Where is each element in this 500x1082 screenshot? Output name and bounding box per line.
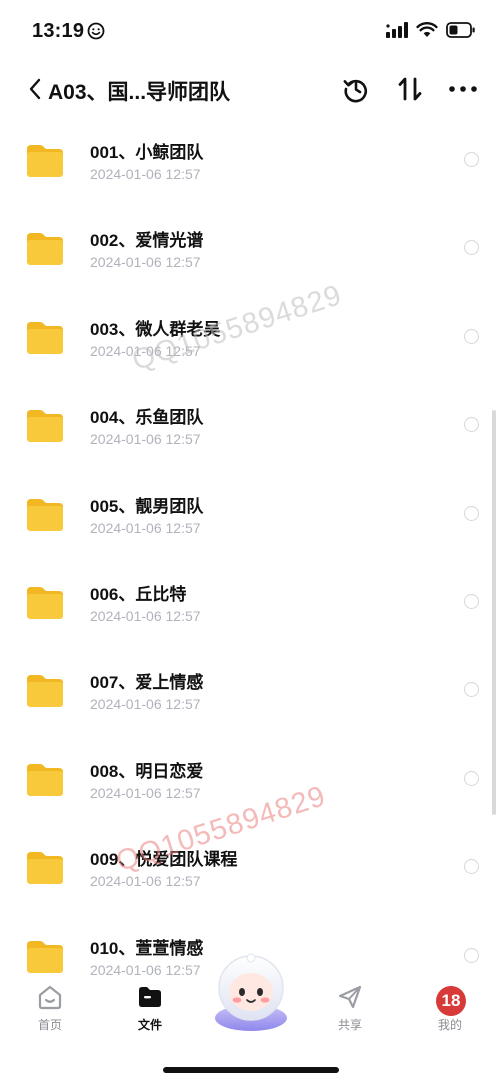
file-date: 2024-01-06 12:57 xyxy=(90,784,201,801)
folder-icon xyxy=(27,321,63,354)
file-date: 2024-01-06 12:57 xyxy=(90,696,201,713)
folder-icon xyxy=(27,498,63,531)
folder-icon xyxy=(27,410,63,443)
file-name: 005、靓男团队 xyxy=(90,496,204,516)
folder-icon xyxy=(27,763,63,796)
tab-home[interactable]: 首页 xyxy=(20,984,80,1044)
send-icon xyxy=(338,985,362,1009)
list-item[interactable]: 005、靓男团队 2024-01-06 12:57 xyxy=(0,458,500,546)
signal-icon xyxy=(386,22,408,38)
select-checkbox[interactable] xyxy=(464,859,479,875)
select-checkbox[interactable] xyxy=(464,682,479,698)
tab-label: 我的 xyxy=(437,1018,462,1032)
tab-share[interactable]: 共享 xyxy=(320,984,380,1044)
select-checkbox[interactable] xyxy=(464,770,479,786)
history-icon xyxy=(343,79,368,103)
select-checkbox[interactable] xyxy=(464,328,479,344)
folder-icon xyxy=(27,233,63,266)
back-icon[interactable] xyxy=(26,76,46,102)
sort-icon xyxy=(398,77,422,101)
file-date: 2024-01-06 12:57 xyxy=(90,166,201,182)
select-checkbox[interactable] xyxy=(464,417,479,433)
status-time: 13:19 xyxy=(32,20,85,42)
wifi-icon xyxy=(416,22,438,37)
avatar[interactable]: 18 xyxy=(436,986,466,1016)
more-button[interactable] xyxy=(447,73,479,105)
history-button[interactable] xyxy=(340,73,372,105)
list-item[interactable]: 006、丘比特 2024-01-06 12:57 xyxy=(0,546,500,634)
file-name: 008、明日恋爱 xyxy=(90,761,204,781)
folder-icon xyxy=(27,940,63,973)
mascot-icon[interactable] xyxy=(204,950,298,1034)
tab-label: 文件 xyxy=(137,1018,162,1032)
folder-icon xyxy=(27,587,63,619)
smile-icon xyxy=(87,22,105,40)
file-date: 2024-01-06 12:57 xyxy=(90,254,201,271)
select-checkbox[interactable] xyxy=(464,594,479,609)
status-indicators xyxy=(386,22,476,38)
folder-icon xyxy=(27,675,63,708)
folder-icon xyxy=(139,987,161,1007)
tab-label: 首页 xyxy=(37,1018,62,1032)
home-icon xyxy=(38,985,62,1010)
select-checkbox[interactable] xyxy=(464,240,479,256)
list-item[interactable]: 004、乐鱼团队 2024-01-06 12:57 xyxy=(0,369,500,457)
file-name: 001、小鲸团队 xyxy=(90,143,204,162)
home-indicator xyxy=(163,1067,339,1073)
list-item[interactable]: 001、小鲸团队 2024-01-06 12:57 xyxy=(0,104,500,192)
file-name: 007、爱上情感 xyxy=(90,673,204,693)
file-date: 2024-01-06 12:57 xyxy=(90,608,201,624)
status-bar: 13:19 xyxy=(0,0,500,62)
select-checkbox[interactable] xyxy=(464,152,479,167)
file-name: 010、萱萱情感 xyxy=(90,938,204,958)
tab-files[interactable]: 文件 xyxy=(120,984,180,1044)
select-checkbox[interactable] xyxy=(464,947,479,963)
file-date: 2024-01-06 12:57 xyxy=(90,961,201,976)
list-item[interactable]: 007、爱上情感 2024-01-06 12:57 xyxy=(0,634,500,722)
sort-button[interactable] xyxy=(394,73,426,105)
more-icon xyxy=(449,86,477,92)
select-checkbox[interactable] xyxy=(464,505,479,521)
file-name: 006、丘比特 xyxy=(90,585,187,604)
folder-icon xyxy=(27,852,63,885)
file-date: 2024-01-06 12:57 xyxy=(90,873,201,890)
file-name: 002、爱情光谱 xyxy=(90,231,204,251)
file-date: 2024-01-06 12:57 xyxy=(90,519,201,536)
file-list: 001、小鲸团队 2024-01-06 12:57 002、爱情光谱 2024-01-… xyxy=(0,104,500,976)
page-title: A03、国...导师团队 xyxy=(48,81,231,104)
tab-bar: 首页 文件 共享 我的 18 xyxy=(0,953,500,1082)
list-item[interactable]: 002、爱情光谱 2024-01-06 12:57 xyxy=(0,192,500,280)
file-date: 2024-01-06 12:57 xyxy=(90,431,201,448)
tab-label: 共享 xyxy=(337,1018,362,1032)
folder-icon xyxy=(27,145,63,177)
file-name: 004、乐鱼团队 xyxy=(90,408,204,428)
list-item[interactable]: 008、明日恋爱 2024-01-06 12:57 xyxy=(0,723,500,811)
battery-icon xyxy=(446,22,475,38)
scrollbar[interactable] xyxy=(492,410,496,815)
